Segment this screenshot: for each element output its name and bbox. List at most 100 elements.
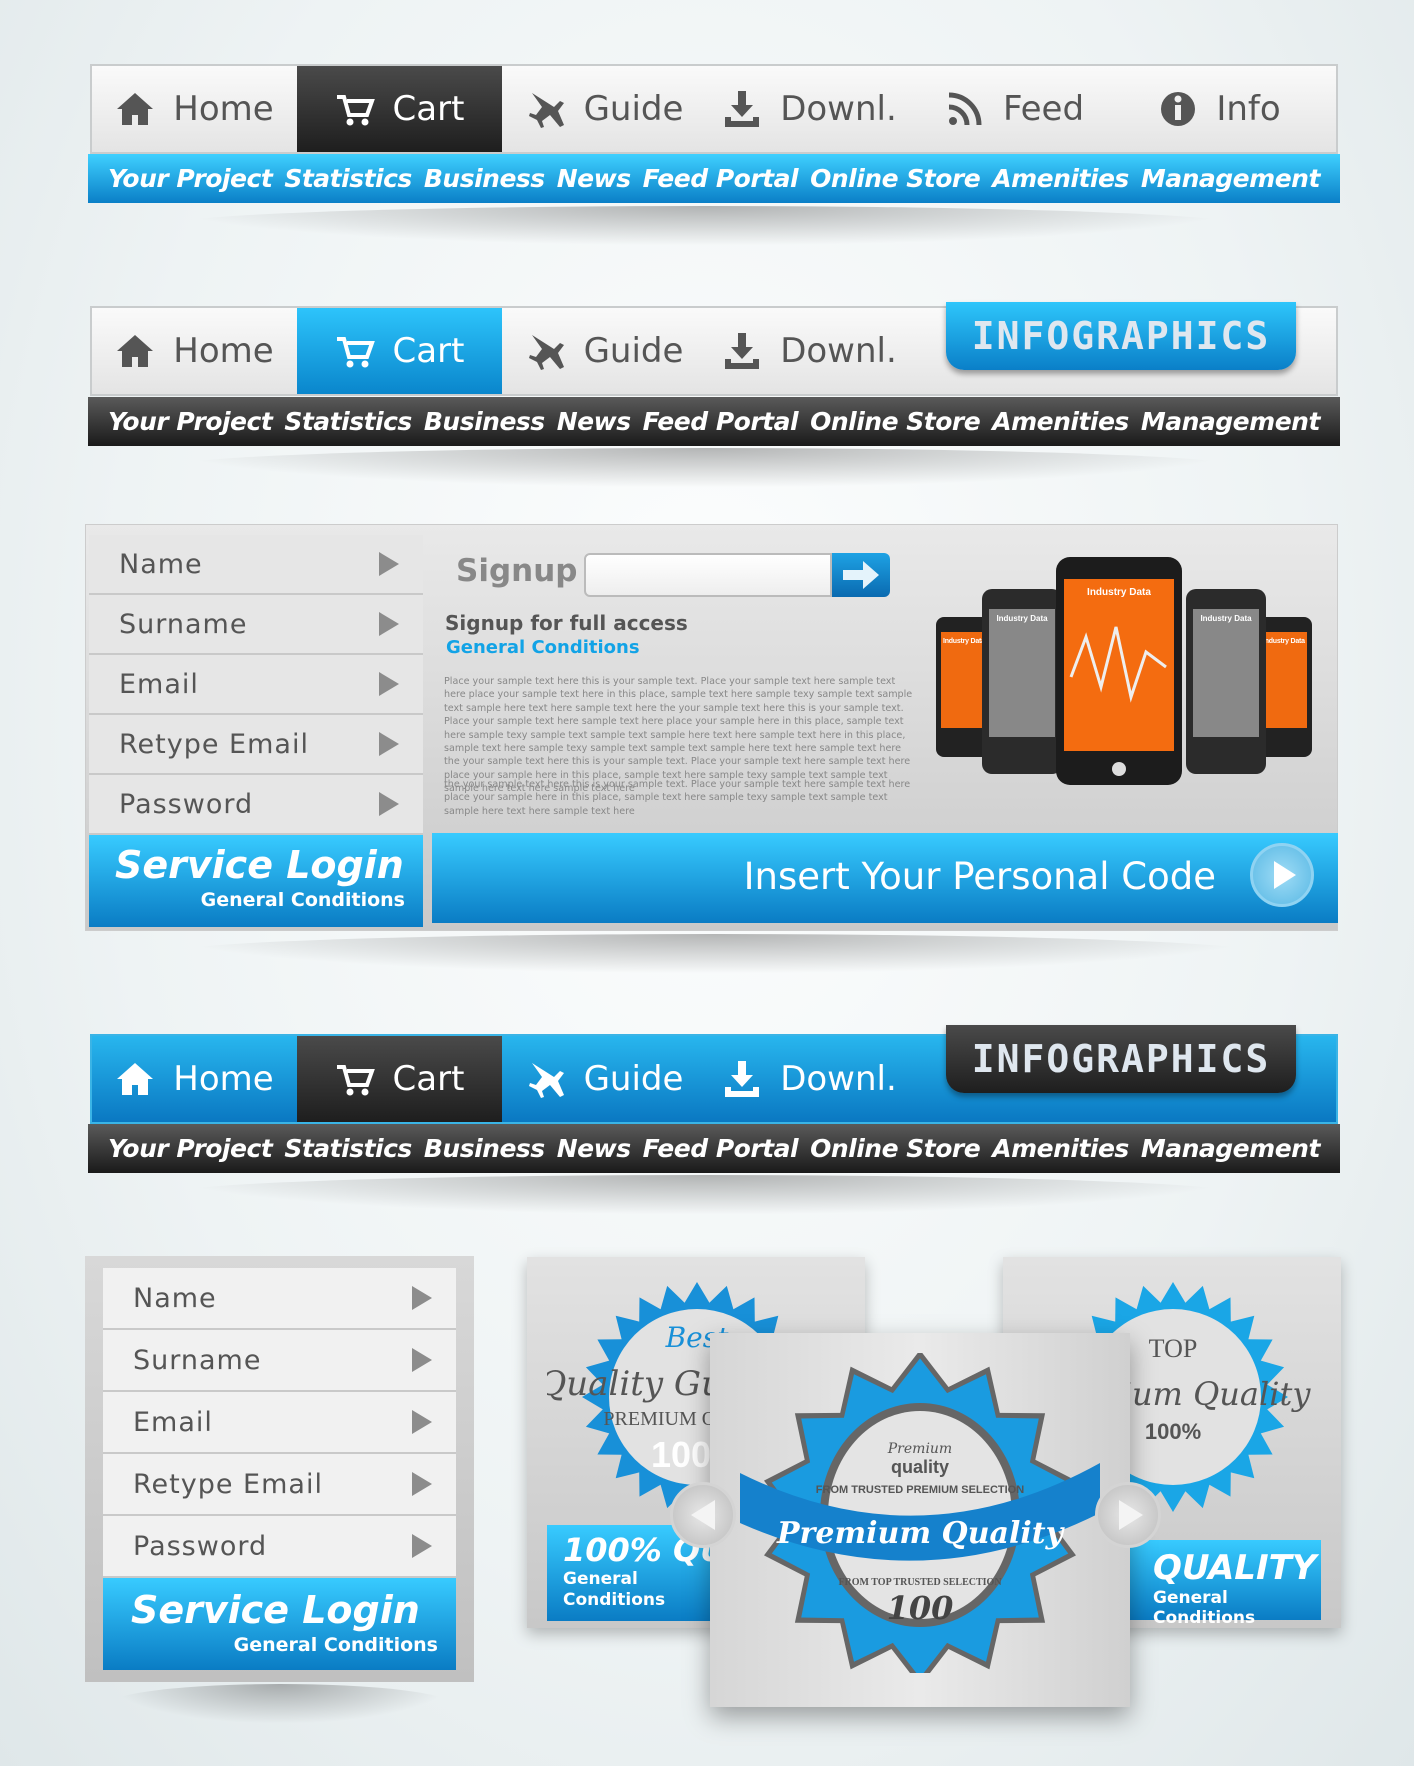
sub-menu-item[interactable]: Your Project	[108, 407, 273, 436]
seal-line2: FROM TOP TRUSTED SELECTION	[838, 1577, 1002, 1588]
infographics-label: INFOGRAPHICS	[971, 1037, 1271, 1081]
sub-menu-item[interactable]: News	[557, 407, 631, 436]
form-field[interactable]: Name	[89, 535, 423, 595]
seal-small: Premium	[887, 1441, 952, 1457]
sub-menu-item[interactable]: Your Project	[108, 164, 273, 193]
sub-menu-item[interactable]: Statistics	[284, 1134, 412, 1163]
phone-screen-label: Industry Data	[1200, 614, 1252, 623]
seal-line1: FROM TRUSTED PREMIUM SELECTION	[816, 1484, 1024, 1496]
sub-menu-item[interactable]: Business	[424, 407, 545, 436]
general-conditions-link[interactable]: General Conditions	[446, 637, 640, 658]
chevron-right-icon	[412, 1348, 432, 1372]
tab-downl[interactable]: Downl.	[707, 308, 912, 394]
cart-icon	[336, 95, 375, 126]
tab-label: Home	[173, 1059, 274, 1099]
seal-num: 100	[887, 1589, 954, 1627]
tab-info[interactable]: Info	[1117, 66, 1322, 152]
play-icon	[1250, 843, 1314, 907]
form-field[interactable]: Name	[103, 1268, 456, 1330]
tab-downl[interactable]: Downl.	[707, 66, 912, 152]
nav-bar-1: Home Cart Guide Downl. Feed Info	[90, 64, 1338, 154]
form-field[interactable]: Surname	[89, 595, 423, 655]
tab-label: Cart	[392, 331, 465, 371]
tab-label: Home	[173, 331, 274, 371]
sub-menu-item[interactable]: News	[557, 1134, 631, 1163]
sub-menu-item[interactable]: Online Store	[810, 164, 981, 193]
tab-cart[interactable]: Cart	[297, 308, 502, 394]
form-field[interactable]: Retype Email	[89, 715, 423, 775]
sub-menu-item[interactable]: Feed Portal	[643, 164, 799, 193]
form-field[interactable]: Email	[103, 1392, 456, 1454]
phone-screen-label: Industry Data	[1087, 587, 1151, 598]
tab-home[interactable]: Home	[92, 66, 297, 152]
tab-home[interactable]: Home	[92, 308, 297, 394]
chevron-right-icon	[379, 552, 399, 576]
sub-menu-item[interactable]: News	[557, 164, 631, 193]
tab-guide[interactable]: Guide	[502, 308, 707, 394]
badge-left-footer-sub: General Conditions	[563, 1569, 666, 1610]
signup-title: Signup	[456, 553, 578, 589]
form-field[interactable]: Retype Email	[103, 1454, 456, 1516]
carousel-next-button[interactable]	[1095, 1482, 1161, 1548]
signup-heading: Signup for full access	[445, 611, 688, 635]
form-field-label: Password	[119, 788, 254, 820]
download-icon	[725, 333, 760, 369]
seal-ribbon: Premium Quality	[776, 1516, 1066, 1551]
tab-feed[interactable]: Feed	[912, 66, 1117, 152]
service-login-button[interactable]: Service Login General Conditions	[89, 835, 423, 927]
tab-label: Guide	[583, 331, 684, 371]
signup-input[interactable]	[584, 553, 832, 597]
phone-screen-label: Industry Data	[943, 638, 985, 645]
tab-guide[interactable]: Guide	[502, 1036, 707, 1122]
tab-label: Info	[1216, 89, 1281, 129]
form-field[interactable]: Password	[103, 1516, 456, 1578]
sub-menu-item[interactable]: Business	[424, 1134, 545, 1163]
phone-screen-label: Industry Data	[1263, 638, 1305, 645]
phone: Industry Data	[1186, 589, 1266, 774]
sub-menu-item[interactable]: Amenities	[992, 407, 1129, 436]
tab-downl[interactable]: Downl.	[707, 1036, 912, 1122]
sub-menu-item[interactable]: Feed Portal	[643, 1134, 799, 1163]
tab-home[interactable]: Home	[92, 1036, 297, 1122]
sub-menu-item[interactable]: Business	[424, 164, 545, 193]
service-login-conditions: General Conditions	[233, 1634, 438, 1656]
sub-menu-item[interactable]: Online Store	[810, 407, 981, 436]
sample-paragraph-2: the your sample text here this is your s…	[444, 779, 911, 817]
service-login-title: Service Login	[131, 1588, 420, 1632]
sub-menu-item[interactable]: Management	[1141, 164, 1321, 193]
service-login-button[interactable]: Service Login General Conditions	[103, 1578, 456, 1670]
tab-label: Downl.	[780, 89, 897, 129]
form-field[interactable]: Surname	[103, 1330, 456, 1392]
premium-quality-seal: Premium quality FROM TRUSTED PREMIUM SEL…	[740, 1353, 1100, 1673]
tab-label: Cart	[392, 89, 465, 129]
signup-submit-button[interactable]	[832, 553, 890, 597]
sub-menu-item[interactable]: Statistics	[284, 164, 412, 193]
phones-illustration: Industry Data Industry Data Industry Dat…	[936, 557, 1312, 785]
form-field[interactable]: Password	[89, 775, 423, 835]
tab-cart[interactable]: Cart	[297, 1036, 502, 1122]
chevron-right-icon	[412, 1286, 432, 1310]
tab-label: Downl.	[780, 1059, 897, 1099]
form-field-label: Email	[133, 1406, 213, 1438]
sub-menu-item[interactable]: Feed Portal	[643, 407, 799, 436]
sub-menu-item[interactable]: Online Store	[810, 1134, 981, 1163]
sub-menu-item[interactable]: Your Project	[108, 1134, 273, 1163]
sub-menu-item[interactable]: Statistics	[284, 407, 412, 436]
sub-menu-item[interactable]: Amenities	[992, 164, 1129, 193]
plane-icon	[528, 93, 564, 128]
sub-menu-item[interactable]: Amenities	[992, 1134, 1129, 1163]
carousel-prev-button[interactable]	[670, 1482, 736, 1548]
info-icon	[1161, 92, 1196, 126]
sub-menu-item[interactable]: Management	[1141, 407, 1321, 436]
form-fields: Name Surname Email Retype Email Password	[103, 1268, 456, 1578]
personal-code-button[interactable]: Insert Your Personal Code	[432, 833, 1338, 923]
form-field[interactable]: Email	[89, 655, 423, 715]
phone: Industry Data	[982, 589, 1062, 774]
download-icon	[725, 1061, 760, 1097]
sub-menu-item[interactable]: Management	[1141, 1134, 1321, 1163]
chevron-right-icon	[379, 732, 399, 756]
tab-guide[interactable]: Guide	[502, 66, 707, 152]
tab-label: Cart	[392, 1059, 465, 1099]
seal-quality: quality	[891, 1457, 949, 1477]
tab-cart[interactable]: Cart	[297, 66, 502, 152]
